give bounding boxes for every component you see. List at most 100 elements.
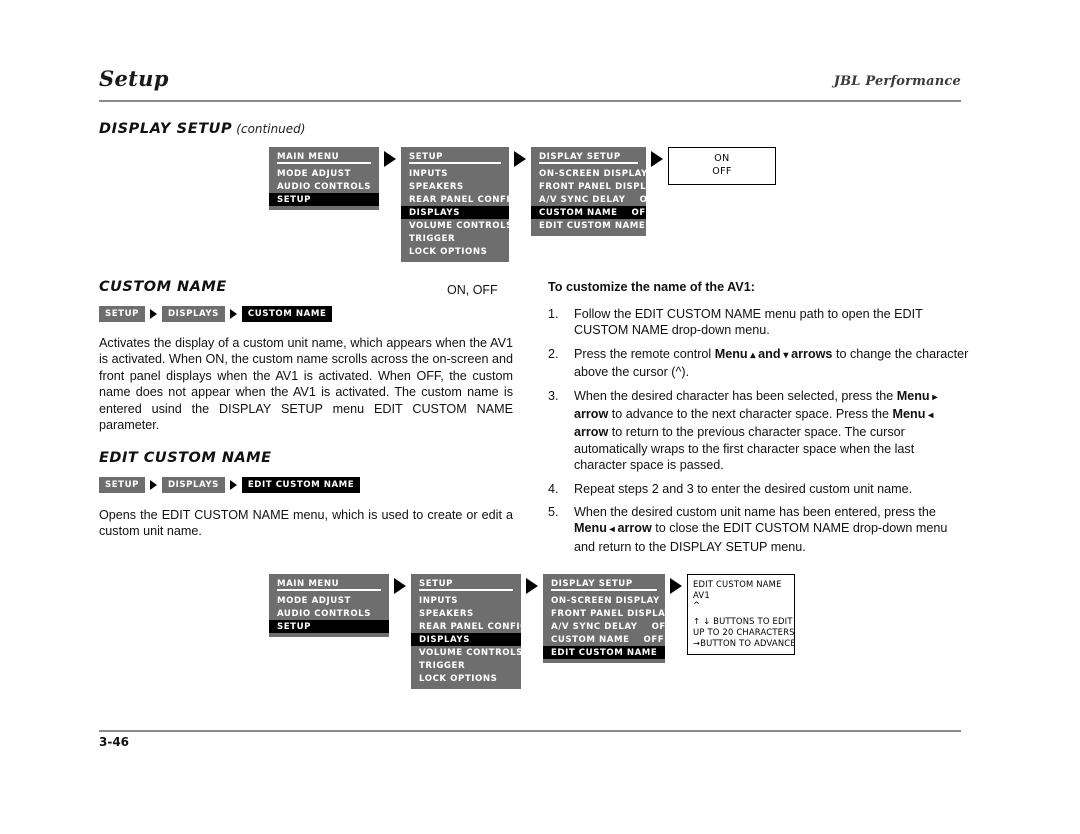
osd-menu-item[interactable]: VOLUME CONTROLS — [401, 219, 512, 232]
edit-custom-name-crumb-2: DISPLAYS — [161, 477, 225, 493]
flow-arrow-icon — [379, 147, 401, 167]
osd-menu-item-label: SETUP — [277, 621, 311, 632]
osd-menu-item-label: FRONT PANEL DISPLAY — [539, 181, 660, 192]
triangle-right-icon — [384, 151, 396, 167]
instruction-step-text: Follow the EDIT CUSTOM NAME menu path to… — [574, 307, 923, 338]
instruction-step: 2. Press the remote control Menu ▴ and ▾ … — [548, 346, 970, 381]
osd-menu-item[interactable]: EDIT CUSTOM NAME — [531, 219, 646, 232]
osd-panel: DISPLAY SETUP ON-SCREEN DISPLAY FRONT PANE… — [543, 574, 672, 663]
osd-menu-item[interactable]: SPEAKERS — [411, 607, 521, 620]
osd-menu-item-label: VOLUME CONTROLS — [409, 220, 513, 231]
osd-menu-item[interactable]: CUSTOM NAME OFF — [543, 633, 665, 646]
osd-menu-item-selected[interactable]: SETUP — [269, 193, 379, 206]
triangle-right-icon — [514, 151, 526, 167]
osd-menu-item-label: INPUTS — [419, 595, 459, 606]
osd-panel-title: DISPLAY SETUP — [531, 151, 646, 164]
osd-menu-item-label: VOLUME CONTROLS — [419, 647, 523, 658]
osd-menu-item-label: A/V SYNC DELAY — [539, 194, 626, 205]
osd-menu-item-label: INPUTS — [409, 168, 449, 179]
osd-menu-item-selected[interactable]: SETUP — [269, 620, 389, 633]
edit-popup-name-value[interactable]: AV1 — [693, 590, 789, 601]
instruction-step-text: When the desired character has been sele… — [574, 388, 938, 473]
osd-menu-item[interactable]: VOLUME CONTROLS — [411, 646, 523, 659]
osd-menu-item-label: AUDIO CONTROLS — [277, 181, 371, 192]
custom-name-crumb-1: SETUP — [99, 306, 145, 322]
osd-menu-item-label: DISPLAYS — [409, 207, 460, 218]
osd-menu-item-label: REAR PANEL CONFIG — [419, 621, 528, 632]
osd-dropdown-option-1[interactable]: ON — [669, 153, 775, 166]
osd-menu-item-label: SETUP — [277, 194, 311, 205]
osd-menu-item-label: FRONT PANEL DISPLAY — [551, 608, 672, 619]
instruction-step-number: 5. — [548, 505, 559, 520]
osd-menu-item[interactable]: FRONT PANEL DISPLAY — [531, 180, 659, 193]
osd-menu-item-label: SPEAKERS — [419, 608, 474, 619]
page-title: Setup — [99, 66, 169, 91]
osd-panel: DISPLAY SETUP ON-SCREEN DISPLAY FRONT PANE… — [531, 147, 660, 236]
osd-menu-item-label: EDIT CUSTOM NAME — [551, 647, 658, 658]
breadcrumb-edit-custom-name: SETUP DISPLAYS EDIT CUSTOM NAME — [99, 477, 361, 493]
breadcrumb-arrow-icon — [149, 480, 157, 490]
osd-menu-item[interactable]: SPEAKERS — [401, 180, 509, 193]
osd-menu-item[interactable]: AUDIO CONTROLS — [269, 607, 389, 620]
breadcrumb-arrow-icon — [149, 309, 157, 319]
osd-menu-item-selected[interactable]: DISPLAYS — [401, 206, 509, 219]
osd-menu-item-value: OFF — [631, 207, 653, 218]
edit-custom-name-crumb-1: SETUP — [99, 477, 145, 493]
osd-dropdown-on-off[interactable]: ON OFF — [668, 147, 776, 185]
instruction-step: 1. Follow the EDIT CUSTOM NAME menu path … — [548, 306, 970, 339]
osd-menu-item-label: CUSTOM NAME — [539, 207, 618, 218]
osd-menu-item[interactable]: MODE ADJUST — [269, 167, 379, 180]
edit-popup-spacer — [693, 609, 789, 616]
osd-menu-item-label: ON-SCREEN DISPLAY — [539, 168, 648, 179]
instructions-list: 1. Follow the EDIT CUSTOM NAME menu path … — [548, 306, 970, 562]
header-divider — [99, 100, 961, 102]
flow-arrow-icon — [389, 574, 411, 594]
osd-menu-item[interactable]: ON-SCREEN DISPLAY — [531, 167, 648, 180]
osd-menu-item-selected[interactable]: EDIT CUSTOM NAME — [543, 646, 665, 659]
osd-edit-custom-name-dropdown[interactable]: EDIT CUSTOM NAME AV1 ^ ↑ ↓ BUTTONS TO EDIT U… — [687, 574, 796, 655]
osd-menu-item[interactable]: REAR PANEL CONFIG — [401, 193, 517, 206]
osd-dropdown-option-2[interactable]: OFF — [669, 166, 775, 179]
instruction-step-number: 3. — [548, 388, 559, 403]
osd-menu-item-selected[interactable]: DISPLAYS — [411, 633, 521, 646]
instruction-step: 4. Repeat steps 2 and 3 to enter the desi… — [548, 481, 970, 497]
osd-menu-item-label: ON-SCREEN DISPLAY — [551, 595, 660, 606]
instruction-step: 3. When the desired character has been se… — [548, 388, 970, 474]
flow-arrow-icon — [665, 574, 687, 594]
osd-menu-item[interactable]: LOCK OPTIONS — [411, 672, 521, 685]
osd-menu-item[interactable]: A/V SYNC DELAY OFF — [531, 193, 660, 206]
osd-menu-item[interactable]: TRIGGER — [411, 659, 521, 672]
osd-menu-item[interactable]: A/V SYNC DELAY OFF — [543, 620, 672, 633]
triangle-right-icon — [670, 578, 682, 594]
osd-panel-title: SETUP — [401, 151, 509, 164]
osd-menu-item[interactable]: AUDIO CONTROLS — [269, 180, 379, 193]
osd-menu-item-label: SPEAKERS — [409, 181, 464, 192]
custom-name-title: CUSTOM NAME — [99, 279, 227, 295]
osd-menu-item[interactable]: ON-SCREEN DISPLAY — [543, 594, 665, 607]
osd-menu-item-selected[interactable]: CUSTOM NAME OFF — [531, 206, 652, 219]
osd-menu-item[interactable]: REAR PANEL CONFIG — [411, 620, 527, 633]
osd-panel: SETUP INPUTS SPEAKERS REAR PANEL CONFIG DISP… — [411, 574, 527, 689]
edit-popup-hint-1: ↑ ↓ BUTTONS TO EDIT — [693, 616, 793, 626]
osd-menu-item-value: OFF — [643, 634, 665, 645]
instruction-step-number: 2. — [548, 346, 559, 361]
osd-menu-item[interactable]: FRONT PANEL DISPLAY — [543, 607, 671, 620]
osd-panel-title: SETUP — [411, 578, 521, 591]
breadcrumb-custom-name: SETUP DISPLAYS CUSTOM NAME — [99, 306, 333, 322]
edit-popup-hint-2: UP TO 20 CHARACTERS — [693, 627, 795, 637]
section-heading-continued: (continued) — [236, 122, 306, 136]
instruction-step-number: 4. — [548, 481, 559, 496]
breadcrumb-arrow-icon — [229, 480, 237, 490]
osd-menu-item[interactable]: TRIGGER — [401, 232, 509, 245]
osd-menu-item[interactable]: INPUTS — [401, 167, 509, 180]
osd-menu-item[interactable]: MODE ADJUST — [269, 594, 389, 607]
osd-menu-item[interactable]: INPUTS — [411, 594, 521, 607]
triangle-right-icon — [526, 578, 538, 594]
osd-menu-item[interactable]: LOCK OPTIONS — [401, 245, 509, 258]
osd-panel-title: DISPLAY SETUP — [543, 578, 665, 591]
osd-panel: MAIN MENU MODE ADJUST AUDIO CONTROLS SETUP — [269, 574, 389, 637]
edit-popup-title: EDIT CUSTOM NAME — [693, 579, 782, 589]
osd-menu-item-label: EDIT CUSTOM NAME — [539, 220, 646, 231]
custom-name-crumb-3: CUSTOM NAME — [241, 306, 333, 322]
instruction-step-text: Repeat steps 2 and 3 to enter the desire… — [574, 481, 913, 496]
